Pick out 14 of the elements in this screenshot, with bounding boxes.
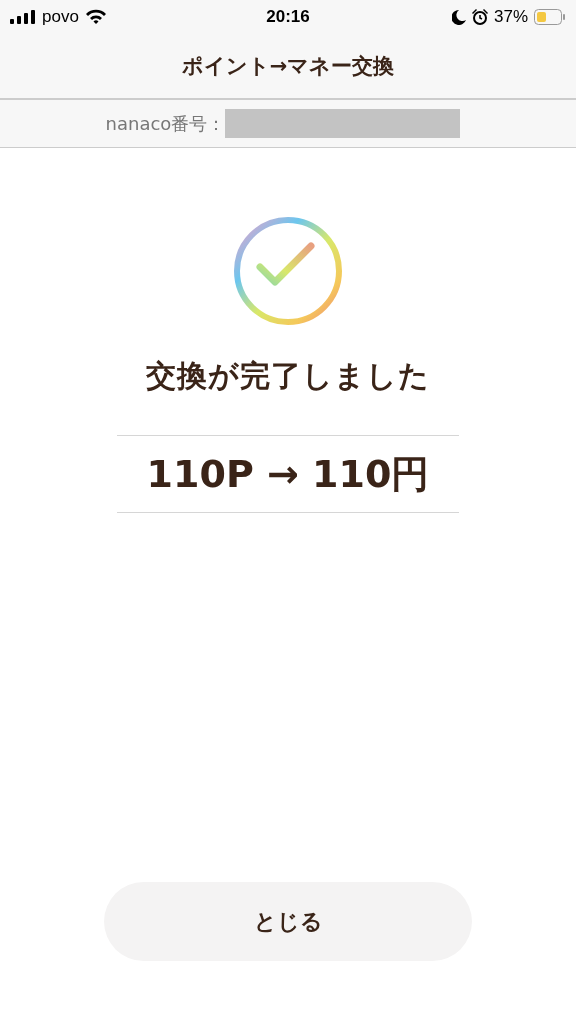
battery-icon	[534, 9, 566, 25]
completion-message: 交換が完了しました	[146, 357, 430, 395]
alarm-clock-icon	[472, 9, 488, 25]
page-title: ポイント→マネー交換	[181, 53, 395, 80]
signal-icon	[10, 10, 36, 24]
carrier-name: povo	[42, 7, 79, 27]
exchange-amount: 110P → 110円	[146, 450, 430, 498]
battery-percent: 37%	[494, 7, 528, 27]
clock-time: 20:16	[266, 7, 310, 27]
wifi-icon	[84, 9, 107, 25]
check-circle-icon	[233, 216, 343, 326]
moon-icon	[452, 9, 466, 25]
close-button[interactable]: とじる	[104, 882, 472, 961]
card-number-label: nanaco番号：	[105, 111, 226, 136]
